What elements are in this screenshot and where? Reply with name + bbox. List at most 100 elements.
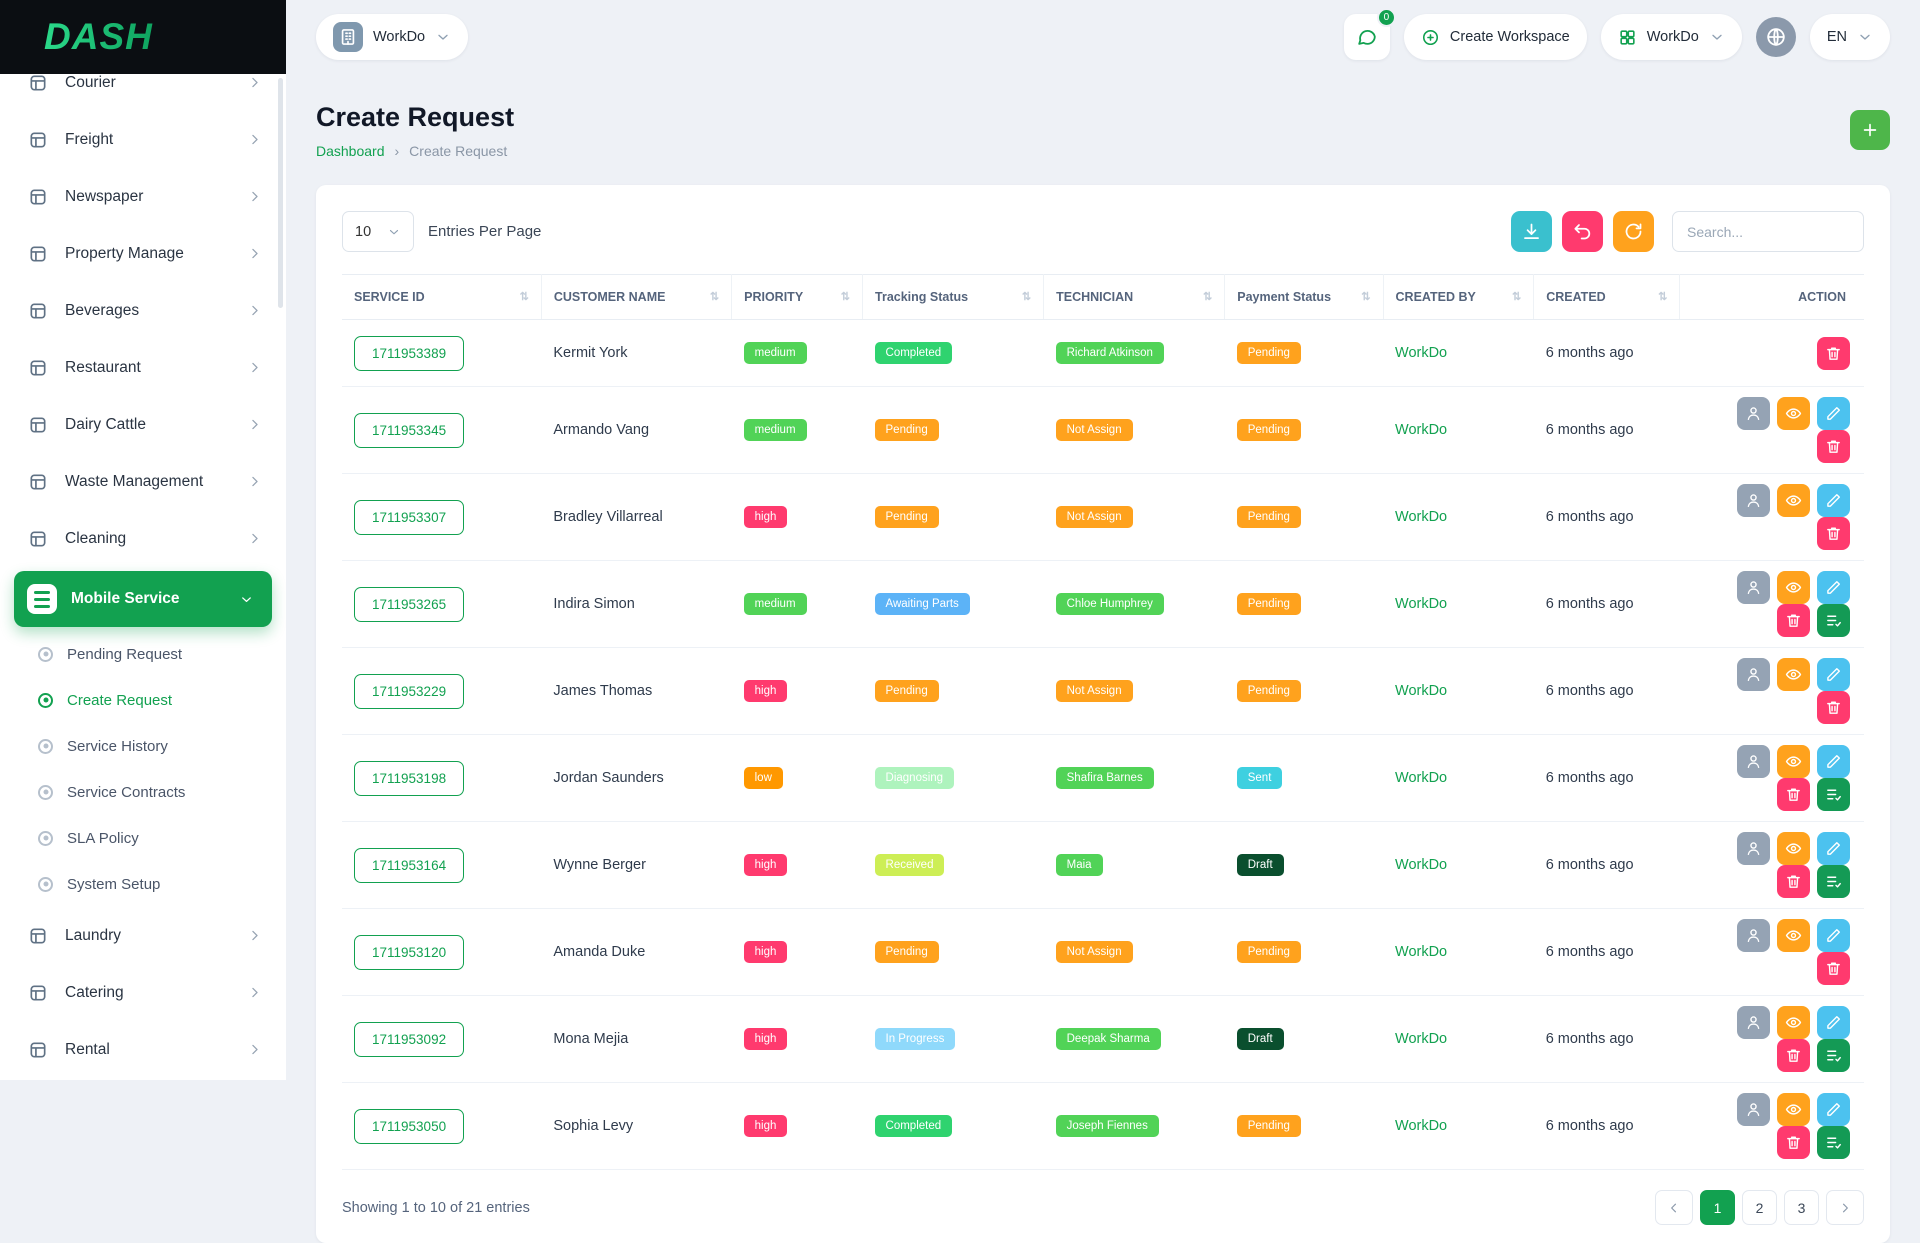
service-id-chip[interactable]: 1711953345 (354, 413, 464, 448)
pagination-prev-button[interactable] (1655, 1190, 1693, 1225)
workspace-selector[interactable]: WorkDo (316, 14, 468, 60)
sidebar-subitem-sla-policy[interactable]: SLA Policy (0, 815, 286, 861)
checklist-button[interactable] (1817, 604, 1850, 637)
assign-user-button[interactable] (1737, 919, 1770, 952)
edit-button[interactable] (1817, 1093, 1850, 1126)
edit-button[interactable] (1817, 397, 1850, 430)
pagination-page-3[interactable]: 3 (1784, 1190, 1819, 1225)
sidebar-item-mobile-service[interactable]: Mobile Service (14, 571, 272, 627)
edit-button[interactable] (1817, 571, 1850, 604)
delete-button[interactable] (1777, 1039, 1810, 1072)
checklist-button[interactable] (1817, 1039, 1850, 1072)
service-id-chip[interactable]: 1711953198 (354, 761, 464, 796)
edit-button[interactable] (1817, 832, 1850, 865)
checklist-button[interactable] (1817, 865, 1850, 898)
sidebar-item-rental[interactable]: Rental (0, 1021, 286, 1078)
created-by-link[interactable]: WorkDo (1395, 596, 1447, 612)
service-id-chip[interactable]: 1711953229 (354, 674, 464, 709)
breadcrumb-dashboard-link[interactable]: Dashboard (316, 143, 385, 159)
assign-user-button[interactable] (1737, 484, 1770, 517)
pagination-next-button[interactable] (1826, 1190, 1864, 1225)
service-id-chip[interactable]: 1711953307 (354, 500, 464, 535)
service-id-chip[interactable]: 1711953120 (354, 935, 464, 970)
sidebar-subitem-pending-request[interactable]: Pending Request (0, 631, 286, 677)
column-header-action[interactable]: ACTION (1680, 275, 1864, 320)
checklist-button[interactable] (1817, 778, 1850, 811)
delete-button[interactable] (1777, 1126, 1810, 1159)
service-id-chip[interactable]: 1711953164 (354, 848, 464, 883)
delete-button[interactable] (1817, 430, 1850, 463)
assign-user-button[interactable] (1737, 397, 1770, 430)
sidebar-subitem-service-contracts[interactable]: Service Contracts (0, 769, 286, 815)
assign-user-button[interactable] (1737, 571, 1770, 604)
export-button[interactable] (1511, 211, 1552, 252)
created-by-link[interactable]: WorkDo (1395, 857, 1447, 873)
column-header-tracking-status[interactable]: Tracking Status⇅ (863, 275, 1044, 320)
sidebar-subitem-system-setup[interactable]: System Setup (0, 861, 286, 907)
refresh-button[interactable] (1613, 211, 1654, 252)
pagination-page-2[interactable]: 2 (1742, 1190, 1777, 1225)
edit-button[interactable] (1817, 1006, 1850, 1039)
delete-button[interactable] (1817, 952, 1850, 985)
assign-user-button[interactable] (1737, 1006, 1770, 1039)
sidebar-item-property-manage[interactable]: Property Manage (0, 225, 286, 282)
edit-button[interactable] (1817, 919, 1850, 952)
delete-button[interactable] (1817, 691, 1850, 724)
column-header-created[interactable]: CREATED⇅ (1534, 275, 1680, 320)
created-by-link[interactable]: WorkDo (1395, 1118, 1447, 1134)
sort-icon[interactable]: ⇅ (1658, 290, 1667, 303)
assign-user-button[interactable] (1737, 658, 1770, 691)
assign-user-button[interactable] (1737, 832, 1770, 865)
sidebar-item-dairy-cattle[interactable]: Dairy Cattle (0, 396, 286, 453)
sidebar-item-beverages[interactable]: Beverages (0, 282, 286, 339)
sort-icon[interactable]: ⇅ (1203, 290, 1212, 303)
column-header-service-id[interactable]: SERVICE ID⇅ (342, 275, 541, 320)
search-input[interactable] (1672, 211, 1864, 252)
view-button[interactable] (1777, 832, 1810, 865)
column-header-technician[interactable]: TECHNICIAN⇅ (1044, 275, 1225, 320)
view-button[interactable] (1777, 1093, 1810, 1126)
sidebar-item-waste-management[interactable]: Waste Management (0, 453, 286, 510)
create-workspace-button[interactable]: Create Workspace (1404, 14, 1587, 60)
edit-button[interactable] (1817, 484, 1850, 517)
created-by-link[interactable]: WorkDo (1395, 683, 1447, 699)
assign-user-button[interactable] (1737, 745, 1770, 778)
delete-button[interactable] (1777, 778, 1810, 811)
sidebar-item-courier[interactable]: Courier (0, 74, 286, 111)
messages-button[interactable]: 0 (1344, 14, 1390, 60)
delete-button[interactable] (1777, 604, 1810, 637)
sidebar-scrollbar[interactable] (278, 78, 283, 308)
view-button[interactable] (1777, 1006, 1810, 1039)
created-by-link[interactable]: WorkDo (1395, 770, 1447, 786)
service-id-chip[interactable]: 1711953092 (354, 1022, 464, 1057)
add-request-button[interactable] (1850, 110, 1890, 150)
sidebar-item-cleaning[interactable]: Cleaning (0, 510, 286, 567)
sidebar-item-freight[interactable]: Freight (0, 111, 286, 168)
view-button[interactable] (1777, 919, 1810, 952)
sidebar-subitem-service-history[interactable]: Service History (0, 723, 286, 769)
service-id-chip[interactable]: 1711953265 (354, 587, 464, 622)
language-selector[interactable]: EN (1810, 14, 1890, 60)
sort-icon[interactable]: ⇅ (710, 290, 719, 303)
sort-icon[interactable]: ⇅ (1022, 290, 1031, 303)
checklist-button[interactable] (1817, 1126, 1850, 1159)
sort-icon[interactable]: ⇅ (1512, 290, 1521, 303)
column-header-priority[interactable]: PRIORITY⇅ (732, 275, 863, 320)
view-button[interactable] (1777, 571, 1810, 604)
sidebar-item-newspaper[interactable]: Newspaper (0, 168, 286, 225)
pagination-page-1[interactable]: 1 (1700, 1190, 1735, 1225)
view-button[interactable] (1777, 484, 1810, 517)
created-by-link[interactable]: WorkDo (1395, 509, 1447, 525)
sort-icon[interactable]: ⇅ (841, 290, 850, 303)
sidebar-item-laundry[interactable]: Laundry (0, 907, 286, 964)
service-id-chip[interactable]: 1711953389 (354, 336, 464, 371)
created-by-link[interactable]: WorkDo (1395, 345, 1447, 361)
workdo-menu-button[interactable]: WorkDo (1601, 14, 1742, 60)
view-button[interactable] (1777, 658, 1810, 691)
sort-icon[interactable]: ⇅ (1361, 290, 1370, 303)
assign-user-button[interactable] (1737, 1093, 1770, 1126)
edit-button[interactable] (1817, 658, 1850, 691)
sidebar-item-restaurant[interactable]: Restaurant (0, 339, 286, 396)
column-header-customer-name[interactable]: CUSTOMER NAME⇅ (541, 275, 731, 320)
sidebar-item-catering[interactable]: Catering (0, 964, 286, 1021)
